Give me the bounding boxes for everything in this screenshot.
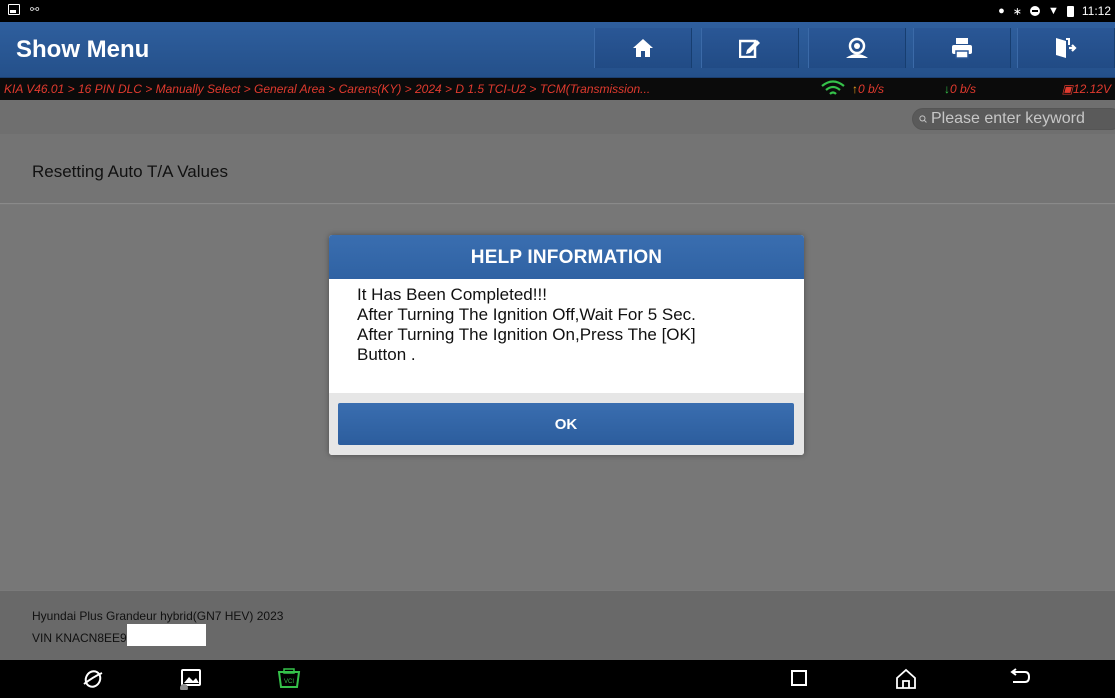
back-icon[interactable] [1007, 668, 1031, 688]
search-icon [919, 115, 927, 123]
title-bar: Show Menu [0, 22, 1115, 78]
print-button[interactable] [913, 28, 1011, 68]
function-header: Resetting Auto T/A Values [0, 134, 1115, 204]
ok-button[interactable]: OK [338, 403, 794, 445]
search-box[interactable] [912, 108, 1115, 130]
print-icon [952, 38, 972, 59]
bluetooth-icon: ∗ [1012, 5, 1022, 18]
dialog-title: HELP INFORMATION [329, 235, 804, 279]
image-notification-icon [8, 4, 20, 15]
vehicle-vin: VIN KNACN8EE9 [32, 624, 206, 650]
recents-icon[interactable] [789, 668, 809, 688]
vehicle-info: Hyundai Plus Grandeur hybrid(GN7 HEV) 20… [0, 591, 1115, 660]
status-bar: ⚯ ● ∗ ▼ 11:12 [0, 0, 1115, 22]
dialog-line: After Turning The Ignition On,Press The … [357, 325, 696, 344]
home-icon [633, 39, 653, 57]
svg-text:VCI: VCI [284, 679, 294, 685]
wifi-icon: ▼ [1047, 5, 1059, 17]
dialog-line: It Has Been Completed!!! [357, 285, 547, 304]
upload-rate-value: 0 b/s [858, 82, 885, 96]
function-title: Resetting Auto T/A Values [32, 162, 228, 181]
page-title: Show Menu [16, 36, 150, 63]
exit-button[interactable] [1017, 28, 1115, 68]
home-nav-icon[interactable] [895, 668, 917, 690]
search-input[interactable] [931, 110, 1115, 128]
breadcrumb-bar: KIA V46.01 > 16 PIN DLC > Manually Selec… [0, 78, 1115, 100]
download-rate-value: 0 b/s [950, 82, 977, 96]
vin-text: VIN KNACN8EE9 [32, 631, 127, 646]
browser-icon[interactable] [82, 668, 104, 690]
car-battery-icon: ▣ [1061, 82, 1073, 96]
home-button[interactable] [594, 28, 692, 68]
battery-voltage-value: 12.12V [1072, 82, 1111, 96]
support-button[interactable] [808, 28, 906, 68]
vin-redaction [126, 624, 206, 646]
battery-voltage: ▣12.12V [1062, 82, 1111, 96]
dialog-footer: OK [329, 393, 804, 455]
edit-report-icon [739, 39, 760, 58]
search-row [0, 100, 1115, 134]
vci-icon[interactable]: VCI [276, 668, 302, 690]
help-dialog: HELP INFORMATION It Has Been Completed!!… [329, 235, 804, 455]
navigation-bar: VCI [0, 660, 1115, 698]
vehicle-model: Hyundai Plus Grandeur hybrid(GN7 HEV) 20… [32, 609, 284, 623]
support-icon [846, 37, 868, 58]
upload-rate: ↑0 b/s [852, 82, 884, 96]
location-icon: ● [998, 5, 1005, 17]
do-not-disturb-icon [1029, 6, 1040, 16]
usb-debug-icon: ⚯ [30, 4, 40, 16]
clock: 11:12 [1081, 4, 1111, 18]
dialog-line: After Turning The Ignition Off,Wait For … [357, 305, 696, 324]
exit-icon [1056, 38, 1077, 58]
dialog-line: Button . [357, 345, 416, 364]
gallery-icon[interactable] [180, 668, 204, 690]
breadcrumb: KIA V46.01 > 16 PIN DLC > Manually Selec… [4, 82, 651, 96]
battery-icon [1066, 5, 1074, 17]
dialog-message: It Has Been Completed!!! After Turning T… [329, 279, 804, 393]
wifi-signal-icon [821, 80, 845, 95]
edit-report-button[interactable] [701, 28, 799, 68]
download-rate: ↓0 b/s [944, 82, 976, 96]
